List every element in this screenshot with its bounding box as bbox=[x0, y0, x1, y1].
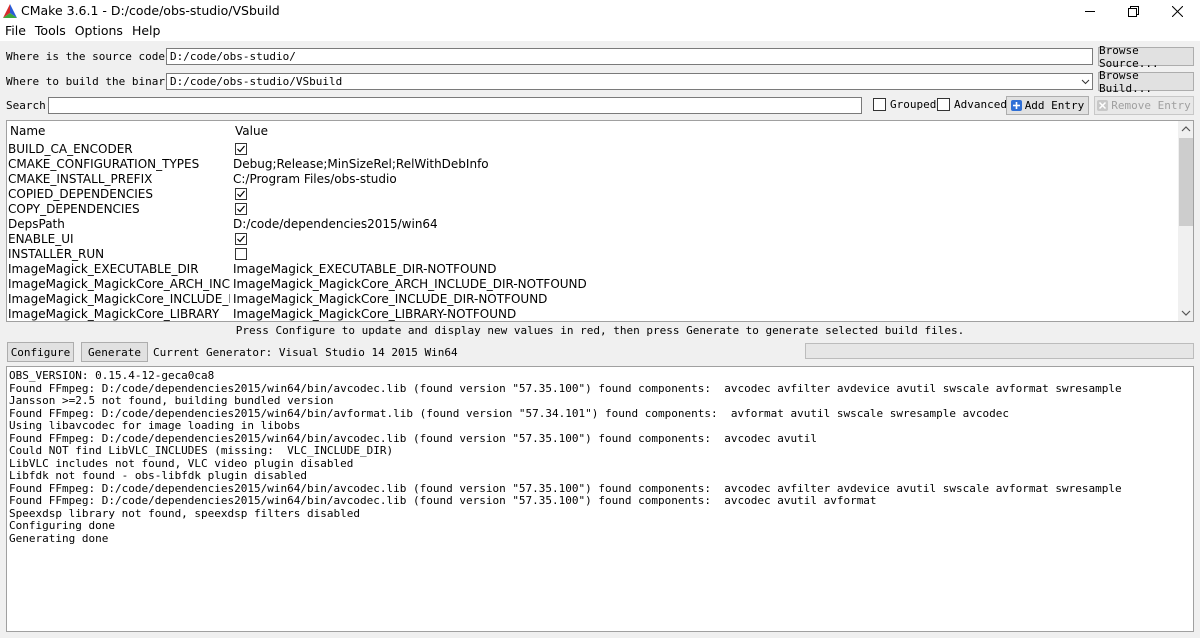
menu-help[interactable]: Help bbox=[127, 22, 165, 41]
table-row[interactable]: ENABLE_UI bbox=[7, 232, 1177, 247]
cell-value[interactable]: ImageMagick_MagickCore_LIBRARY-NOTFOUND bbox=[233, 307, 516, 321]
grouped-label: Grouped bbox=[890, 98, 937, 111]
table-row[interactable]: COPIED_DEPENDENCIES bbox=[7, 187, 1177, 202]
plus-icon bbox=[1010, 100, 1022, 111]
cell-value[interactable]: ImageMagick_MagickCore_INCLUDE_DIR-NOTFO… bbox=[233, 292, 547, 307]
cell-checkbox[interactable] bbox=[235, 188, 247, 200]
remove-icon bbox=[1097, 100, 1109, 111]
log-line: Configuring done bbox=[9, 519, 115, 532]
close-button[interactable] bbox=[1154, 0, 1200, 22]
checkmark-icon bbox=[237, 235, 245, 243]
scrollbar-thumb[interactable] bbox=[1179, 138, 1193, 226]
cell-checkbox[interactable] bbox=[235, 143, 247, 155]
table-row[interactable]: CMAKE_CONFIGURATION_TYPES Debug;Release;M… bbox=[7, 157, 1177, 172]
cell-name: CMAKE_CONFIGURATION_TYPES bbox=[8, 157, 200, 171]
advanced-label: Advanced bbox=[954, 98, 1007, 111]
scroll-up-icon[interactable] bbox=[1181, 125, 1191, 133]
table-row[interactable]: INSTALLER_RUN bbox=[7, 247, 1177, 262]
table-row[interactable]: ImageMagick_EXECUTABLE_DIR ImageMagick_EX… bbox=[7, 262, 1177, 277]
cell-value[interactable]: ImageMagick_MagickCore_ARCH_INCLUDE_DIR-… bbox=[233, 277, 587, 292]
menu-bar: File Tools Options Help bbox=[0, 22, 1200, 41]
table-row[interactable]: ImageMagick_MagickCore_ARCH_INCL... Image… bbox=[7, 277, 1177, 292]
advanced-toggle[interactable]: Advanced bbox=[937, 98, 1007, 111]
cell-checkbox[interactable] bbox=[235, 248, 247, 260]
browse-build-button[interactable]: Browse Build... bbox=[1098, 69, 1194, 95]
log-line: OBS_VERSION: 0.15.4-12-geca0ca8 bbox=[9, 369, 215, 382]
browse-source-button[interactable]: Browse Source... bbox=[1098, 44, 1194, 70]
log-line: Jansson >=2.5 not found, building bundle… bbox=[9, 394, 334, 407]
log-line: Using libavcodec for image loading in li… bbox=[9, 419, 301, 432]
cell-checkbox[interactable] bbox=[235, 233, 247, 245]
cell-value[interactable]: ImageMagick_EXECUTABLE_DIR-NOTFOUND bbox=[233, 262, 497, 277]
cell-checkbox[interactable] bbox=[235, 203, 247, 215]
build-label: Where to build the binaries: bbox=[6, 75, 192, 88]
table-header: Name Value bbox=[7, 121, 1177, 141]
table-row[interactable]: ImageMagick_MagickCore_LIBRARY ImageMagic… bbox=[7, 307, 1177, 321]
table-row[interactable]: CMAKE_INSTALL_PREFIX C:/Program Files/obs… bbox=[7, 172, 1177, 187]
build-combo[interactable]: D:/code/obs-studio/VSbuild bbox=[166, 73, 1093, 90]
remove-entry-button[interactable]: Remove Entry bbox=[1094, 96, 1194, 115]
cell-name: ImageMagick_EXECUTABLE_DIR bbox=[8, 262, 199, 276]
search-label: Search: bbox=[6, 99, 53, 112]
log-line: Generating done bbox=[9, 531, 109, 545]
menu-tools[interactable]: Tools bbox=[30, 22, 70, 41]
table-row[interactable]: BUILD_CA_ENCODER bbox=[7, 142, 1177, 157]
log-line: Speexdsp library not found, speexdsp fil… bbox=[9, 506, 360, 520]
close-icon bbox=[1171, 5, 1183, 17]
cell-name: ImageMagick_MagickCore_ARCH_INCL... bbox=[8, 277, 230, 291]
scroll-down-icon[interactable] bbox=[1181, 309, 1191, 317]
search-input[interactable] bbox=[48, 97, 862, 114]
table-row[interactable]: DepsPath D:/code/dependencies2015/win64 bbox=[7, 217, 1177, 232]
source-input[interactable]: D:/code/obs-studio/ bbox=[166, 48, 1093, 65]
restore-icon bbox=[1127, 5, 1139, 17]
chevron-down-icon bbox=[1081, 79, 1090, 85]
cell-value[interactable]: D:/code/dependencies2015/win64 bbox=[233, 217, 438, 232]
checkmark-icon bbox=[237, 145, 245, 153]
menu-file[interactable]: File bbox=[0, 22, 30, 41]
log-line: Libfdk not found - obs-libfdk plugin dis… bbox=[9, 469, 308, 482]
checkmark-icon bbox=[237, 205, 245, 213]
source-label: Where is the source code: bbox=[6, 50, 172, 63]
cell-value[interactable]: C:/Program Files/obs-studio bbox=[233, 172, 397, 187]
output-log[interactable]: OBS_VERSION: 0.15.4-12-geca0ca8 Found FFm… bbox=[6, 366, 1194, 632]
add-entry-label: Add Entry bbox=[1024, 99, 1085, 112]
restore-button[interactable] bbox=[1110, 0, 1156, 22]
table-row[interactable]: ImageMagick_MagickCore_INCLUDE_D... Image… bbox=[7, 292, 1177, 307]
build-combo-value: D:/code/obs-studio/VSbuild bbox=[170, 75, 343, 88]
cache-table[interactable]: Name Value BUILD_CA_ENCODER CMAKE_CONFIGU… bbox=[6, 120, 1194, 322]
progress-bar bbox=[805, 343, 1194, 359]
cell-name: DepsPath bbox=[8, 217, 65, 231]
table-scrollbar[interactable] bbox=[1178, 121, 1193, 321]
cell-name: COPIED_DEPENDENCIES bbox=[8, 187, 153, 201]
cell-name: ENABLE_UI bbox=[8, 232, 74, 246]
generate-button[interactable]: Generate bbox=[81, 342, 148, 362]
hint-text: Press Configure to update and display ne… bbox=[235, 324, 965, 337]
window-title: CMake 3.6.1 - D:/code/obs-studio/VSbuild bbox=[21, 3, 280, 18]
add-entry-button[interactable]: Add Entry bbox=[1006, 96, 1089, 115]
advanced-checkbox[interactable] bbox=[937, 98, 950, 111]
log-line: Could NOT find LibVLC_INCLUDES (missing:… bbox=[9, 444, 394, 457]
minimize-button[interactable] bbox=[1067, 0, 1113, 22]
cell-name: INSTALLER_RUN bbox=[8, 247, 105, 261]
cell-name: COPY_DEPENDENCIES bbox=[8, 202, 140, 216]
title-bar: CMake 3.6.1 - D:/code/obs-studio/VSbuild bbox=[0, 0, 1200, 22]
cell-value[interactable]: Debug;Release;MinSizeRel;RelWithDebInfo bbox=[233, 157, 489, 172]
cell-name: ImageMagick_MagickCore_INCLUDE_D... bbox=[8, 292, 230, 306]
remove-entry-label: Remove Entry bbox=[1111, 99, 1191, 112]
log-line: Found FFmpeg: D:/code/dependencies2015/w… bbox=[9, 494, 877, 507]
cell-name: BUILD_CA_ENCODER bbox=[8, 142, 133, 156]
current-generator-text: Current Generator: Visual Studio 14 2015… bbox=[153, 346, 458, 359]
column-header-name[interactable]: Name bbox=[10, 124, 45, 138]
grouped-toggle[interactable]: Grouped bbox=[873, 98, 936, 111]
table-row[interactable]: COPY_DEPENDENCIES bbox=[7, 202, 1177, 217]
menu-options[interactable]: Options bbox=[70, 22, 127, 41]
cell-name: ImageMagick_MagickCore_LIBRARY bbox=[8, 307, 220, 321]
checkmark-icon bbox=[237, 190, 245, 198]
cell-name: CMAKE_INSTALL_PREFIX bbox=[8, 172, 153, 186]
grouped-checkbox[interactable] bbox=[873, 98, 886, 111]
configure-button[interactable]: Configure bbox=[7, 342, 74, 362]
cmake-logo-icon bbox=[3, 4, 17, 18]
minimize-icon bbox=[1085, 11, 1095, 12]
column-header-value[interactable]: Value bbox=[235, 124, 268, 138]
